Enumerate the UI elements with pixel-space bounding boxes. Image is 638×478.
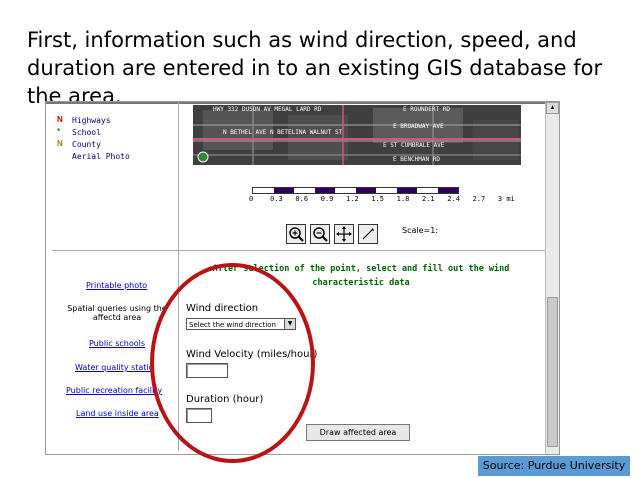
legend-school[interactable]: School (72, 128, 101, 137)
scale-tick-label: 2.1 (421, 195, 435, 203)
zoom-in-icon[interactable] (286, 224, 306, 244)
slide-title: First, information such as wind directio… (27, 28, 603, 108)
water-quality-link[interactable]: Water quality statio (75, 363, 154, 372)
source-caption: Source: Purdue University (478, 456, 630, 476)
scale-tick-label: 0.6 (295, 195, 309, 203)
scale-tick-label: 1.5 (371, 195, 384, 203)
school-legend-icon: * (57, 127, 61, 136)
map-street-label: HWY 332 DUSON AV MEGAL LARD RD (213, 106, 322, 113)
legend-highways[interactable]: Highways (72, 116, 111, 125)
printable-photo-link[interactable]: Printable photo (86, 281, 147, 290)
scale-tick-label: 1.2 (346, 195, 359, 203)
spatial-queries-heading: Spatial queries using the affectd area (67, 304, 167, 322)
legend-panel: N Highways * School N County Aerial Phot… (52, 102, 179, 251)
pan-icon[interactable] (334, 224, 354, 244)
scale-tick-label: 2.7 (472, 195, 486, 203)
scale-tick-label: 2.4 (447, 195, 460, 203)
scroll-thumb[interactable] (547, 297, 558, 447)
land-use-link[interactable]: Land use inside area (76, 409, 159, 418)
scale-tick-label: 3 mi (497, 195, 515, 203)
scale-readout: Scale=1: (402, 226, 439, 235)
legend-county[interactable]: County (72, 140, 101, 149)
highways-legend-icon: N (57, 115, 63, 124)
map-street-label: E BROADWAY AVE (393, 123, 444, 130)
scale-tick-label: 1.8 (396, 195, 410, 203)
public-schools-link[interactable]: Public schools (89, 339, 145, 348)
aerial-map[interactable]: HWY 332 DUSON AV MEGAL LARD RD E ROUNDER… (193, 105, 521, 165)
public-recreation-link[interactable]: Public recreation facility (66, 386, 162, 395)
map-scale-bar (252, 187, 459, 194)
legend-aerial-photo[interactable]: Aerial Photo (72, 152, 130, 161)
map-street-label: E ST CUMBRALE AVE (383, 142, 445, 149)
zoom-out-icon[interactable] (310, 224, 330, 244)
map-street-label: E BENCHMAN RD (393, 156, 440, 163)
select-point-icon[interactable] (358, 224, 378, 244)
county-legend-icon: N (57, 139, 63, 148)
map-street-label: N BETHEL AVE N BETELINA WALNUT ST (223, 129, 343, 136)
scale-labels: 0 0.3 0.6 0.9 1.2 1.5 1.8 2.1 2.4 2.7 3 … (249, 195, 515, 203)
scroll-up-icon[interactable]: ▲ (546, 102, 559, 114)
vertical-scrollbar[interactable]: ▲ (545, 102, 559, 454)
panel-divider (179, 250, 545, 251)
scale-tick-label: 0.9 (320, 195, 334, 203)
scale-tick-label: 0.3 (270, 195, 283, 203)
map-street-label: E ROUNDERT RD (403, 106, 450, 113)
draw-affected-area-button[interactable]: Draw affected area (306, 424, 410, 441)
scale-tick-label: 0 (249, 195, 254, 203)
highlight-ellipse (150, 263, 315, 463)
